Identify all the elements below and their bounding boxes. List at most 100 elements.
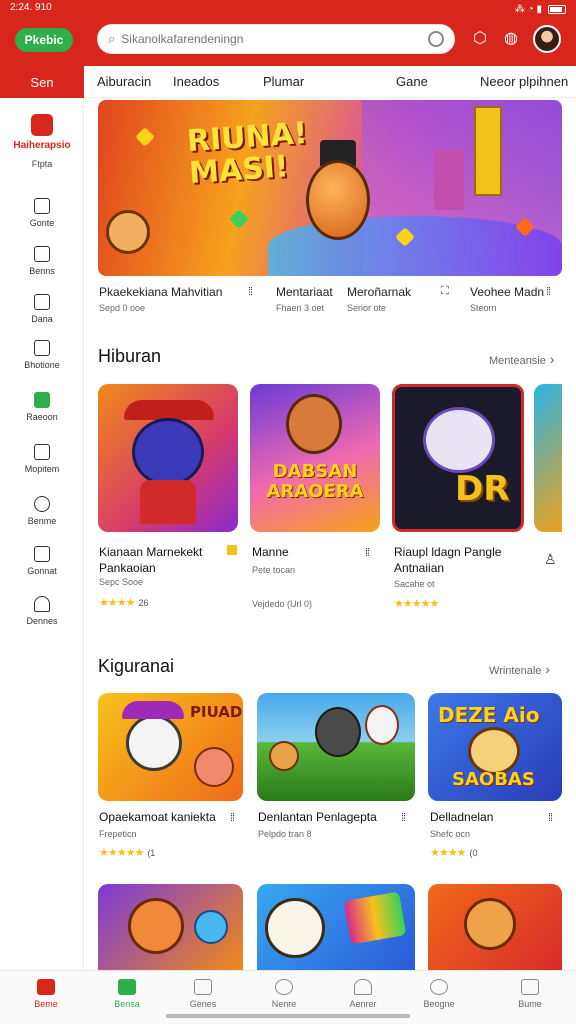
tab-item[interactable]: Plumar [263, 74, 304, 89]
tab-item[interactable]: Ineados [173, 74, 219, 89]
banner-title: RIUNA! MASI! [185, 115, 309, 191]
section-title: Hiburan [98, 346, 162, 366]
leaf-icon [34, 392, 50, 408]
nav-item[interactable]: Beogne [409, 979, 469, 1009]
featured-item[interactable]: Meroñarnak Serior ote [347, 285, 411, 313]
card-title: Delladnelan [430, 810, 494, 824]
search-bar[interactable]: ⌕ [97, 24, 455, 54]
person-icon[interactable]: ◍ [501, 29, 521, 49]
tab-item[interactable]: Neeor plpihnen [480, 74, 568, 89]
dice-icon [34, 444, 50, 460]
top-header: 2:24. 910 ⁂ ◔ ▮ Pkebic ⌕ ⬡ ◍ [0, 0, 576, 66]
game-card[interactable] [257, 693, 415, 801]
card-sub: Shefc ocn [430, 829, 471, 839]
game-card[interactable]: DABSAN ARAOERA [250, 384, 380, 532]
more-icon[interactable]: ⁞⁞ [548, 812, 553, 824]
featured-item[interactable]: Pkaekekiana Mahvitian Sepd 0 ooe [99, 285, 222, 313]
mascot-art [306, 160, 370, 240]
featured-item[interactable]: Veohee Madn Steorn [470, 285, 544, 313]
game-card[interactable] [98, 884, 243, 970]
nav-item[interactable]: Aenrer [333, 979, 393, 1009]
card-sub: Sacahe ot [394, 579, 435, 589]
hero-banner[interactable]: RIUNA! MASI! [98, 100, 562, 276]
nav-item[interactable]: Bume [500, 979, 560, 1009]
home-indicator [166, 1014, 410, 1018]
sidebar: Haiherapsio Ftpta Gonte Benns Dana Bhoti… [0, 98, 84, 970]
card-title: Opaekamoat kaniekta [99, 810, 216, 824]
compass-icon [275, 979, 293, 995]
rating-stars: ★★★★ (0 [430, 847, 478, 859]
see-all-link[interactable]: Wrintenale [489, 661, 550, 677]
more-icon[interactable]: ⁞⁞ [230, 812, 235, 824]
home-icon [37, 979, 55, 995]
game-card[interactable]: PIUAD [98, 693, 243, 801]
sidebar-item[interactable]: Raeoon [0, 392, 84, 422]
app-logo[interactable]: Pkebic [15, 28, 73, 52]
nav-item[interactable]: Genes [173, 979, 233, 1009]
featured-item[interactable]: Mentariaat Fhaen 3 oet [276, 285, 333, 313]
bell-icon[interactable]: ⬡ [470, 29, 490, 49]
nav-item[interactable]: Bensa [97, 979, 157, 1009]
badge-icon [34, 596, 50, 612]
square-icon [34, 246, 50, 262]
sidebar-item[interactable]: Gonte [0, 198, 84, 228]
bookmark-icon [34, 294, 50, 310]
card-art-title: DABSAN ARAOERA [266, 461, 364, 502]
card-title: Kianaan Marnekekt Pankaoian [99, 545, 203, 575]
profile-icon [521, 979, 539, 995]
tab-item[interactable]: Aiburacin [97, 74, 151, 89]
message-icon [430, 979, 448, 995]
calendar-icon [34, 340, 50, 356]
game-card[interactable] [534, 384, 562, 532]
expand-icon[interactable]: ⛶ [441, 285, 449, 298]
hat-art [124, 400, 214, 420]
sidebar-item[interactable]: Bhotione [0, 340, 84, 370]
gift-icon [34, 546, 50, 562]
card-sub: Frepeticn [99, 829, 137, 839]
category-tabs: Sen Aiburacin Ineados Plumar Gane Neeor … [0, 66, 576, 98]
sidebar-item[interactable]: Benns [0, 246, 84, 276]
see-all-link[interactable]: Menteansie [489, 351, 554, 367]
more-icon[interactable]: ⁞⁞ [248, 286, 253, 298]
card-sub: Sepc Sooe [99, 577, 144, 587]
status-bar: 2:24. 910 ⁂ ◔ ▮ [10, 2, 566, 16]
voice-search-icon[interactable] [428, 31, 444, 47]
game-card[interactable] [428, 884, 562, 970]
notification-icon [354, 979, 372, 995]
gamepad-icon [194, 979, 212, 995]
game-card[interactable] [98, 384, 238, 532]
sidebar-item-active[interactable]: Haiherapsio Ftpta [0, 114, 84, 169]
card-sub: Pelpdo tran 8 [258, 829, 312, 839]
sidebar-item[interactable]: Mopitem [0, 444, 84, 474]
more-icon[interactable]: ⁞⁞ [401, 812, 406, 824]
card-extra: Vejdedo (Url 0) [252, 599, 313, 609]
sidebar-item[interactable]: Dana [0, 294, 84, 324]
store-icon [118, 979, 136, 995]
nav-home[interactable]: Beme [16, 979, 76, 1009]
search-input[interactable] [115, 32, 428, 46]
game-card[interactable]: DR [392, 384, 524, 532]
more-icon[interactable]: ⁞⁞ [546, 286, 551, 298]
search-icon: ⌕ [108, 31, 116, 46]
more-icon[interactable]: ⁞⁞ [365, 547, 370, 559]
person-icon[interactable]: ♙ [544, 551, 557, 568]
status-time: 2:24. 910 [10, 2, 52, 13]
rating-stars: ★★★★ 26 [99, 597, 149, 609]
section-title: Kiguranai [98, 656, 175, 676]
sidebar-item[interactable]: Gonnat [0, 546, 84, 576]
avatar[interactable] [533, 25, 561, 53]
battery-icon [548, 4, 566, 14]
character-art [106, 210, 150, 254]
tower-art [474, 106, 502, 196]
building-art [434, 150, 464, 210]
list-icon [34, 198, 50, 214]
card-title: Denlantan Penlagepta [258, 810, 377, 824]
tab-selected[interactable]: Sen [0, 66, 84, 98]
game-card[interactable]: DEZE Aio SAOBAS [428, 693, 562, 801]
tab-item[interactable]: Gane [396, 74, 428, 89]
people-icon [34, 496, 50, 512]
sidebar-item[interactable]: Dennes [0, 596, 84, 626]
sidebar-item[interactable]: Benme [0, 496, 84, 526]
game-card[interactable] [257, 884, 415, 970]
nav-item[interactable]: Nenre [254, 979, 314, 1009]
